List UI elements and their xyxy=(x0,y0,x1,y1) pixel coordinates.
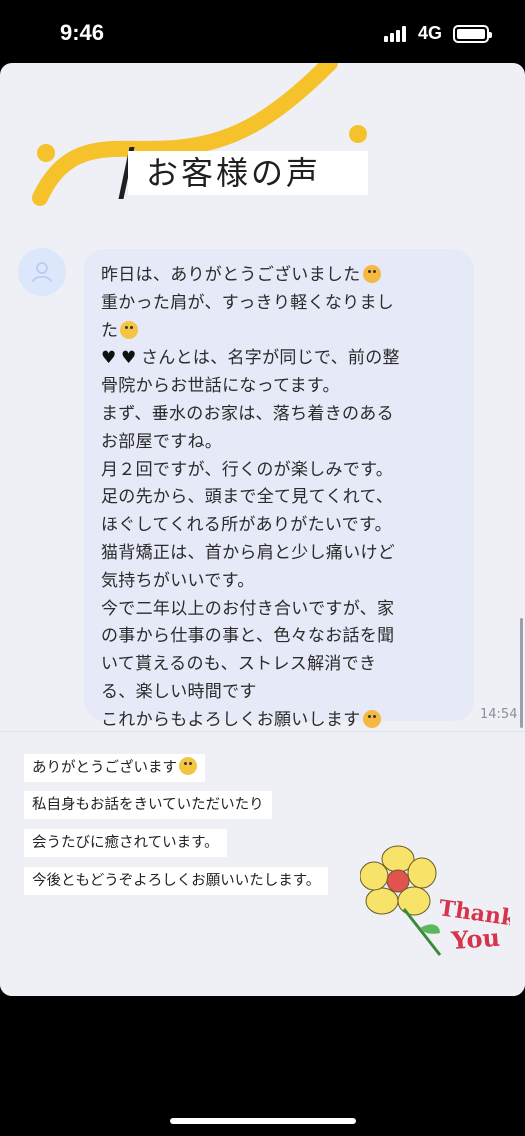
message-line: 骨院からお世話になってます。 xyxy=(101,376,340,397)
black-heart-icon: ♥ xyxy=(121,348,137,369)
message-line: ♥ ♥ さんとは、名字が同じで、前の整 xyxy=(101,345,458,373)
message-line: る、楽しい時間です xyxy=(101,681,257,702)
svg-text:You: You xyxy=(449,923,500,955)
flower-icon xyxy=(360,845,442,956)
avatar[interactable] xyxy=(18,248,66,296)
status-time: 9:46 xyxy=(60,20,105,45)
content-sheet[interactable]: お客様の声 昨日は、ありがとうございました 重かった肩が、すっきり軽くなりまし … xyxy=(0,63,525,996)
message-line: 気持ちがいいです。 xyxy=(101,570,255,591)
signal-icon xyxy=(384,26,410,42)
message-line: 重かった肩が、すっきり軽くなりまし xyxy=(101,292,395,313)
message-line: お部屋ですね。 xyxy=(101,431,223,452)
status-bar: 9:46 4G xyxy=(0,0,525,62)
message-timestamp: 14:54 xyxy=(480,707,518,722)
cat-emoji-icon xyxy=(362,709,381,728)
page-title: お客様の声 xyxy=(128,151,368,195)
reply-line: 今後ともどうぞよろしくお願いいたします。 xyxy=(24,867,329,895)
message-line: いて貰えるのも、ストレス解消でき xyxy=(101,654,377,675)
message-bubble: 昨日は、ありがとうございました 重かった肩が、すっきり軽くなりまし た ♥ ♥ さん… xyxy=(84,249,474,730)
message-line: た xyxy=(101,318,458,346)
cat-emoji-icon xyxy=(362,265,381,283)
message-line: 昨日は、ありがとうございました xyxy=(101,262,458,290)
home-indicator[interactable] xyxy=(170,1118,356,1124)
reply-line: 会うたびに癒されています。 xyxy=(24,829,227,857)
message-line: の事から仕事の事と、色々なお話を聞 xyxy=(101,626,395,647)
smile-emoji-icon xyxy=(179,757,197,775)
scrollbar[interactable] xyxy=(520,618,523,728)
reply-line: 私自身もお話をきいていただいたり xyxy=(24,791,272,819)
message-line: 猫背矯正は、首から肩と少し痛いけど xyxy=(101,542,396,563)
thank-you-illustration: Thank You xyxy=(360,845,510,956)
user-icon xyxy=(32,262,52,283)
reply-line: ありがとうございます xyxy=(24,754,205,782)
message-line: 月２回ですが、行くのが楽しみです。 xyxy=(101,459,394,480)
network-type: 4G xyxy=(418,23,443,43)
message-line: まず、垂水のお家は、落ち着きのある xyxy=(101,403,394,424)
black-heart-icon: ♥ xyxy=(101,348,117,369)
message-line: ほぐしてくれる所がありがたいです。 xyxy=(101,515,392,536)
message-line: 今で二年以上のお付き合いですが、家 xyxy=(101,598,395,619)
battery-icon xyxy=(453,25,492,43)
message-line: 足の先から、頭まで全て見てくれて、 xyxy=(101,487,394,508)
smile-emoji-icon xyxy=(120,320,139,339)
